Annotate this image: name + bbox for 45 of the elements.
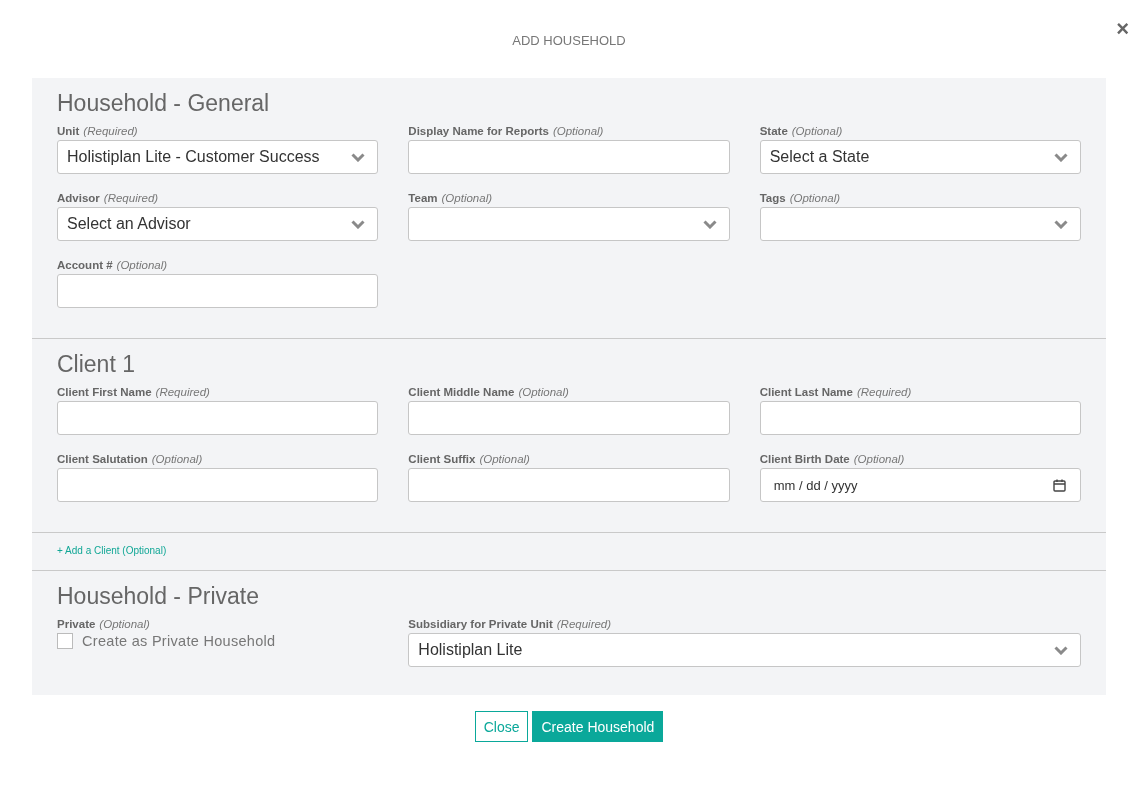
field-label: Display Name for Reports — [408, 125, 549, 137]
section-heading: Household - Private — [57, 583, 260, 610]
field-label: Client Suffix — [408, 453, 476, 465]
field-hint: (Optional) — [552, 125, 604, 137]
field-hint: (Required) — [556, 618, 612, 630]
field-label: Unit — [57, 125, 80, 137]
select-field[interactable]: Select a State — [759, 140, 1081, 174]
field-hint: (Required) — [103, 192, 159, 204]
field-hint: (Optional) — [789, 192, 841, 204]
field-label: State — [759, 125, 788, 137]
field-label: Client Last Name — [759, 386, 853, 398]
field-hint: (Required) — [83, 125, 138, 137]
field-label: Client Salutation — [57, 453, 148, 465]
select-value: Holistiplan Lite — [418, 641, 523, 659]
select-value: Holistiplan Lite - Customer Success — [67, 148, 320, 166]
field-label: Account # — [57, 259, 113, 271]
select-value: Select a State — [769, 148, 870, 166]
field-hint: (Optional) — [479, 453, 530, 465]
checkbox-label: Create as Private Household — [82, 633, 276, 649]
select-field[interactable]: Holistiplan Lite - Customer Success — [57, 140, 379, 174]
field-hint: (Optional) — [791, 125, 843, 137]
field-label: Private — [57, 618, 96, 630]
field-label: Subsidiary for Private Unit — [408, 618, 553, 630]
select-value: Select an Advisor — [67, 215, 191, 233]
field-label: Client Middle Name — [408, 386, 515, 398]
field-hint: (Optional) — [99, 618, 150, 630]
date-placeholder: mm / dd / yyyy — [773, 477, 858, 493]
field-label: Tags — [759, 192, 786, 204]
field-hint: (Optional) — [151, 453, 203, 465]
date-field[interactable]: mm / dd / yyyy — [759, 468, 1081, 502]
field-hint: (Optional) — [441, 192, 493, 204]
field-hint: (Optional) — [518, 386, 569, 398]
select-field[interactable]: Select an Advisor — [57, 207, 379, 241]
field-hint: (Required) — [856, 386, 912, 398]
section-heading: Client 1 — [57, 351, 136, 378]
field-hint: (Optional) — [853, 453, 905, 465]
field-hint: (Required) — [155, 386, 210, 398]
section-heading: Household - General — [57, 90, 271, 117]
field-label: Team — [408, 192, 438, 204]
dialog-title: ADD HOUSEHOLD — [512, 31, 626, 48]
select-field[interactable]: Holistiplan Lite — [408, 633, 1081, 667]
field-label: Client First Name — [57, 386, 152, 398]
field-hint: (Optional) — [116, 259, 168, 271]
field-label: Client Birth Date — [759, 453, 850, 465]
field-label: Advisor — [57, 192, 100, 204]
